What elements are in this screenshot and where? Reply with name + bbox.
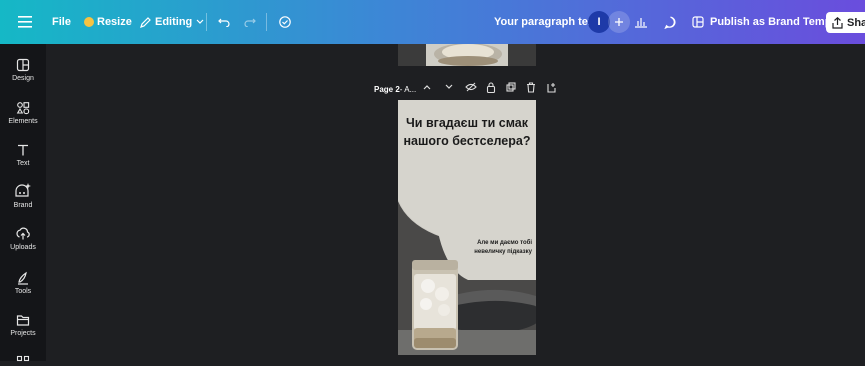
tools-icon	[18, 271, 28, 285]
headline-line-2: нашого бестселера?	[403, 134, 531, 148]
hide-page-icon[interactable]	[465, 82, 477, 92]
chevron-down-icon	[196, 19, 204, 24]
add-page-icon[interactable]	[546, 82, 557, 93]
page-1-thumbnail[interactable]	[398, 44, 536, 66]
cloud-check-icon	[279, 16, 291, 28]
sidebar-item-label: Tools	[14, 288, 32, 295]
page-2-design[interactable]: Чи вгадаєш ти смак нашого бестселера? Ал…	[398, 100, 536, 355]
elements-icon	[16, 102, 30, 115]
subtitle-line-2: невеличку підказку	[474, 249, 532, 255]
sidebar-item-label: Brand	[13, 202, 33, 209]
sidebar-item-tools[interactable]: Tools	[0, 271, 46, 295]
editing-mode-button[interactable]: Editing	[140, 0, 204, 44]
subtitle-text[interactable]: Але ми даємо тобі невеличку підказку	[452, 239, 532, 257]
sidebar-item-label: Elements	[8, 118, 38, 125]
headline-text[interactable]: Чи вгадаєш ти смак нашого бестселера?	[398, 114, 536, 150]
sidebar-item-text[interactable]: Text	[0, 143, 46, 167]
plus-icon	[615, 18, 623, 26]
bar-chart-icon	[635, 18, 647, 28]
top-toolbar: File Resize Editing Your paragraph text …	[0, 0, 865, 44]
comments-button[interactable]	[664, 0, 677, 44]
avatar[interactable]: I	[588, 11, 610, 33]
pencil-icon	[140, 16, 151, 28]
text-icon	[18, 144, 28, 156]
divider	[266, 13, 267, 31]
chevron-down-icon[interactable]	[444, 82, 454, 92]
sidebar-item-elements[interactable]: Elements	[0, 101, 46, 125]
redo-button[interactable]	[244, 0, 256, 44]
redo-icon	[244, 18, 256, 27]
comment-icon	[664, 16, 676, 29]
save-status-button[interactable]	[278, 0, 292, 44]
resize-button[interactable]: Resize	[84, 0, 132, 44]
sidebar-item-label: Projects	[10, 330, 36, 337]
duplicate-page-icon[interactable]	[506, 82, 516, 92]
sidebar-item-label: Uploads	[10, 244, 36, 251]
uploads-icon	[16, 227, 30, 240]
share-label: Share	[847, 16, 865, 29]
delete-page-icon[interactable]	[526, 82, 536, 93]
sidebar-item-label: Text	[16, 160, 30, 167]
resize-label: Resize	[97, 16, 132, 28]
jar-photo-top	[398, 44, 536, 66]
document-title[interactable]: Your paragraph text	[494, 0, 598, 44]
document-title-text: Your paragraph text	[494, 16, 598, 28]
sidebar-item-projects[interactable]: Projects	[0, 313, 46, 337]
sidebar: Design Elements Text Brand Uploads Tools…	[0, 44, 46, 362]
jar-photo	[412, 260, 458, 350]
template-icon	[692, 16, 704, 28]
headline-line-1: Чи вгадаєш ти смак	[406, 116, 528, 130]
undo-icon	[218, 18, 230, 27]
lock-icon[interactable]	[486, 82, 496, 93]
subtitle-line-1: Але ми даємо тобі	[477, 240, 532, 246]
page-number-label: Page 2	[374, 84, 400, 94]
file-menu[interactable]: File	[52, 0, 71, 44]
share-icon	[832, 16, 843, 29]
chevron-up-icon[interactable]	[422, 82, 432, 92]
file-label: File	[52, 16, 71, 28]
projects-icon	[16, 315, 30, 326]
design-icon	[16, 58, 30, 72]
sidebar-item-uploads[interactable]: Uploads	[0, 227, 46, 251]
sidebar-item-design[interactable]: Design	[0, 58, 46, 82]
brand-icon	[15, 183, 31, 197]
undo-button[interactable]	[218, 0, 230, 44]
page-title-bar[interactable]: Page 2 - A...	[374, 81, 416, 97]
sidebar-item-brand[interactable]: Brand	[0, 182, 46, 209]
add-collaborator-button[interactable]	[608, 11, 630, 33]
share-button[interactable]: Share	[826, 12, 865, 33]
insights-button[interactable]	[634, 0, 648, 44]
editing-label: Editing	[155, 16, 193, 28]
divider	[206, 13, 207, 31]
sidebar-item-label: Design	[12, 75, 34, 82]
avatar-letter: I	[597, 16, 601, 28]
apps-icon	[16, 355, 30, 362]
crown-icon	[84, 17, 94, 27]
menu-icon[interactable]	[18, 0, 32, 44]
page-name-label: - A...	[399, 84, 417, 94]
